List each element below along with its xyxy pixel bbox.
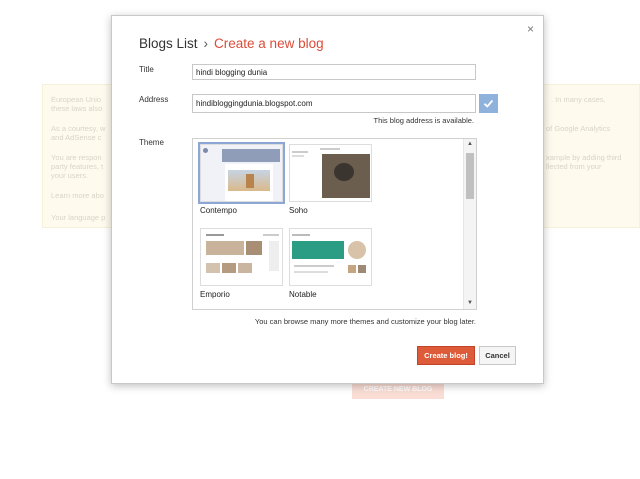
breadcrumb-current: Create a new blog: [214, 36, 324, 51]
breadcrumb-blogs-list[interactable]: Blogs List: [139, 36, 198, 51]
checkmark-icon: [483, 99, 494, 108]
theme-soho[interactable]: Soho: [289, 144, 372, 215]
breadcrumb-separator: ›: [203, 36, 209, 51]
theme-emporio[interactable]: Emporio: [200, 228, 283, 299]
dialog-heading: Blogs List › Create a new blog: [139, 36, 324, 51]
title-input[interactable]: hindi blogging dunia: [192, 64, 476, 80]
create-blog-dialog: × Blogs List › Create a new blog Title hin…: [111, 15, 544, 384]
themes-hint: You can browse many more themes and cust…: [254, 317, 476, 326]
theme-contempo[interactable]: Contempo: [198, 142, 285, 215]
theme-label: Theme: [139, 138, 164, 147]
theme-name: Notable: [289, 290, 317, 299]
title-label: Title: [139, 65, 154, 74]
theme-soho-thumbnail: [289, 144, 372, 202]
theme-name: Soho: [289, 206, 308, 215]
address-input[interactable]: hindibloggingdunia.blogspot.com: [192, 94, 476, 113]
scroll-down-icon[interactable]: ▼: [467, 300, 473, 306]
scroll-up-icon[interactable]: ▲: [467, 141, 473, 147]
create-blog-button[interactable]: Create blog!: [417, 346, 475, 365]
theme-name: Contempo: [200, 206, 237, 215]
theme-picker: Contempo Soho Emporio Notable ▲ ▼: [192, 138, 477, 310]
theme-name: Emporio: [200, 290, 230, 299]
availability-status: This blog address is available.: [373, 116, 474, 125]
theme-contempo-thumbnail: [198, 142, 285, 204]
theme-notable-thumbnail: [289, 228, 372, 286]
check-address-button[interactable]: [479, 94, 498, 113]
close-icon[interactable]: ×: [527, 22, 534, 36]
theme-notable[interactable]: Notable: [289, 228, 372, 299]
theme-emporio-thumbnail: [200, 228, 283, 286]
cancel-button[interactable]: Cancel: [479, 346, 516, 365]
address-label: Address: [139, 95, 169, 104]
theme-picker-scrollbar[interactable]: ▲ ▼: [463, 139, 476, 309]
scrollbar-thumb[interactable]: [466, 153, 474, 199]
